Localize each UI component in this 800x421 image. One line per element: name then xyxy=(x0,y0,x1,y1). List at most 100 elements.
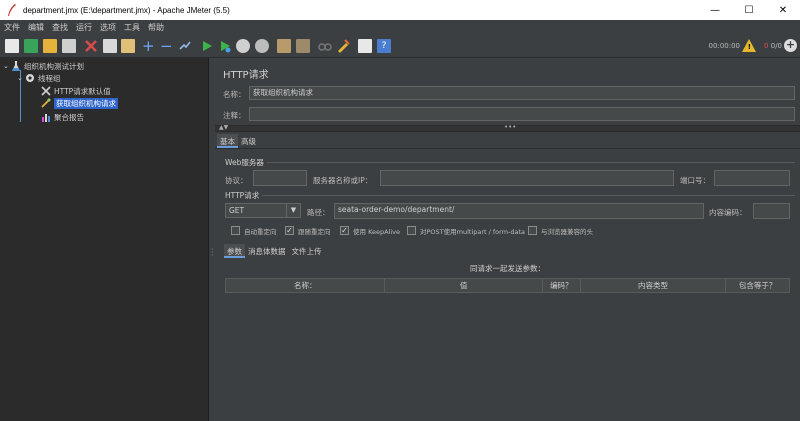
path-field[interactable]: seata-order-demo/department/ xyxy=(334,203,704,219)
minimize-button[interactable]: — xyxy=(698,0,732,20)
cut-icon[interactable] xyxy=(84,39,98,53)
page-title: HTTP请求 xyxy=(223,70,269,81)
splitter-grip: · · · xyxy=(211,245,214,260)
checkbox-follow-redirects[interactable]: ✓ 跟随重定向 xyxy=(285,225,331,236)
checkbox-follow-redirects-label: 跟随重定向 xyxy=(298,227,331,236)
window-title: department.jmx (E:\department.jmx) - Apa… xyxy=(23,5,230,15)
protocol-field[interactable] xyxy=(253,170,307,186)
http-request-panel: HTTP请求 名称： 获取组织机构请求 注释： ▲▼ ••• 基本 高级 Web… xyxy=(215,58,800,421)
maximize-button[interactable]: ☐ xyxy=(732,0,766,20)
menu-bar: 文件 编辑 查找 运行 选项 工具 帮助 xyxy=(0,20,800,34)
paste-icon[interactable] xyxy=(121,39,135,53)
chevron-down-icon[interactable]: ⌄ xyxy=(17,74,25,82)
chevron-down-icon[interactable]: ⌄ xyxy=(3,62,11,70)
tree-node-http-request[interactable]: 获取组织机构请求 xyxy=(41,97,118,109)
method-value: GET xyxy=(229,206,245,215)
web-server-group-title: Web服务器 xyxy=(225,157,267,168)
collapse-bar[interactable]: ▲▼ ••• xyxy=(215,123,800,132)
tab-advanced[interactable]: 高级 xyxy=(238,134,259,148)
name-field[interactable]: 获取组织机构请求 xyxy=(249,86,795,100)
checkbox-browser-headers-box[interactable] xyxy=(528,226,537,235)
test-plan-tree: ⌄ 组织机构测试计划 ⌄ 线程组 HTTP请求默认值 获取组织机构请求 聚合报告 xyxy=(0,58,209,421)
checkbox-keepalive-box[interactable]: ✓ xyxy=(340,226,349,235)
tree-node-aggregate-report[interactable]: 聚合报告 xyxy=(41,111,84,123)
pipette-icon xyxy=(41,98,51,108)
toggle-icon[interactable] xyxy=(178,39,192,53)
checkbox-multipart-label: 对POST使用multipart / form-data xyxy=(420,227,526,236)
function-helper-icon[interactable] xyxy=(358,39,372,53)
checkbox-auto-redirect[interactable]: 自动重定向 xyxy=(231,225,277,236)
port-field[interactable] xyxy=(714,170,790,186)
templates-icon[interactable] xyxy=(24,39,38,53)
column-value[interactable]: 值 xyxy=(385,279,543,292)
column-content-type[interactable]: 内容类型 xyxy=(581,279,727,292)
server-label: 服务器名称或IP： xyxy=(313,176,373,185)
save-icon[interactable] xyxy=(62,39,76,53)
clear-all-icon[interactable] xyxy=(296,39,310,53)
collapse-arrows-icon[interactable]: ▲▼ xyxy=(219,124,228,131)
protocol-label: 协议： xyxy=(225,176,248,185)
close-button[interactable]: ✕ xyxy=(766,0,800,20)
thread-count: 0/0 xyxy=(770,42,782,50)
checkbox-auto-redirect-box[interactable] xyxy=(231,226,240,235)
copy-icon[interactable] xyxy=(103,39,117,53)
encoding-field[interactable] xyxy=(753,203,790,219)
comment-field[interactable] xyxy=(249,107,795,121)
tab-parameters[interactable]: 参数 xyxy=(224,244,245,258)
search-icon[interactable] xyxy=(318,39,332,53)
gear-icon xyxy=(26,74,34,82)
comment-label: 注释： xyxy=(223,111,246,120)
menu-options[interactable]: 选项 xyxy=(100,22,116,33)
menu-search[interactable]: 查找 xyxy=(52,22,68,33)
menu-run[interactable]: 运行 xyxy=(76,22,92,33)
method-select[interactable]: GET ▼ xyxy=(225,203,301,218)
tab-basic[interactable]: 基本 xyxy=(217,134,238,148)
tree-label-thread-group: 线程组 xyxy=(38,73,61,83)
new-icon[interactable] xyxy=(5,39,19,53)
open-icon[interactable] xyxy=(43,39,57,53)
checkbox-browser-headers[interactable]: 与浏览器兼容的头 xyxy=(528,225,593,236)
path-label: 路径： xyxy=(307,208,330,217)
server-field[interactable] xyxy=(380,170,674,186)
help-icon[interactable]: ? xyxy=(377,39,391,53)
menu-tools[interactable]: 工具 xyxy=(124,22,140,33)
chart-icon xyxy=(42,114,50,122)
toolbar: + − ? 00:00:00 ! 0 0/0 + xyxy=(0,34,800,58)
params-caption: 同请求一起发送参数： xyxy=(470,264,545,273)
tools-icon xyxy=(41,86,51,96)
active-threads: 0 0/0 xyxy=(764,42,782,50)
drag-grip: ••• xyxy=(504,123,517,131)
start-icon[interactable] xyxy=(200,39,214,53)
stop-icon[interactable] xyxy=(236,39,250,53)
checkbox-multipart-box[interactable] xyxy=(407,226,416,235)
menu-help[interactable]: 帮助 xyxy=(148,22,164,33)
reset-search-icon[interactable] xyxy=(336,39,350,53)
tree-node-test-plan[interactable]: ⌄ 组织机构测试计划 xyxy=(3,60,84,72)
window-title-bar: department.jmx (E:\department.jmx) - Apa… xyxy=(0,0,800,20)
column-name[interactable]: 名称： xyxy=(226,279,386,292)
params-table-header: 名称： 值 编码？ 内容类型 包含等于？ xyxy=(225,278,790,293)
tree-node-thread-group[interactable]: ⌄ 线程组 xyxy=(17,72,61,84)
checkbox-follow-redirects-box[interactable]: ✓ xyxy=(285,226,294,235)
warning-mark: ! xyxy=(747,43,751,51)
tree-node-http-defaults[interactable]: HTTP请求默认值 xyxy=(41,85,111,97)
start-no-pause-icon[interactable] xyxy=(218,39,232,53)
menu-file[interactable]: 文件 xyxy=(4,22,20,33)
tab-body-data[interactable]: 消息体数据 xyxy=(245,244,289,258)
clear-icon[interactable] xyxy=(277,39,291,53)
tab-file-upload[interactable]: 文件上传 xyxy=(289,244,325,258)
menu-edit[interactable]: 编辑 xyxy=(28,22,44,33)
collapse-icon[interactable]: − xyxy=(160,39,174,54)
flask-icon xyxy=(12,61,20,71)
tree-label-aggregate-report: 聚合报告 xyxy=(54,112,84,122)
column-encode[interactable]: 编码？ xyxy=(543,279,581,292)
remote-globe-icon[interactable]: + xyxy=(784,39,797,52)
jmeter-feather-icon xyxy=(8,4,16,16)
checkbox-keepalive[interactable]: ✓ 使用 KeepAlive xyxy=(340,225,400,236)
chevron-down-icon[interactable]: ▼ xyxy=(286,204,300,217)
shutdown-icon[interactable] xyxy=(255,39,269,53)
warning-count: 0 xyxy=(764,42,769,50)
column-include-equals[interactable]: 包含等于？ xyxy=(726,279,789,292)
checkbox-multipart[interactable]: 对POST使用multipart / form-data xyxy=(407,225,525,236)
expand-icon[interactable]: + xyxy=(142,39,156,54)
